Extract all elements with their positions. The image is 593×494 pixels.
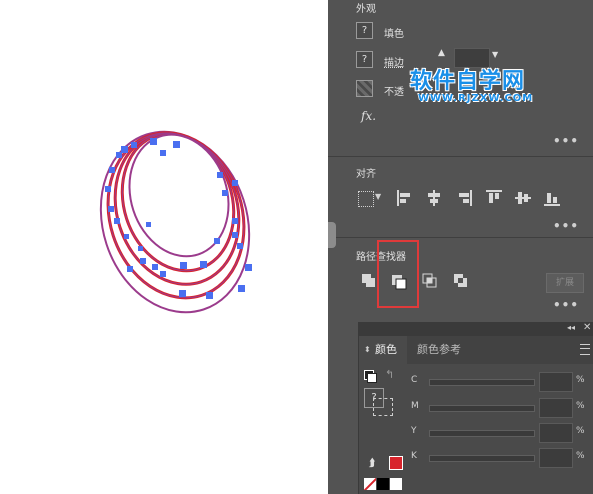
stroke-weight-dropdown-icon[interactable]: ▼ — [492, 50, 498, 59]
pathfinder-more-icon[interactable]: ••• — [553, 298, 579, 312]
opacity-checker-icon[interactable] — [356, 80, 373, 97]
align-vcenter-icon[interactable] — [514, 189, 532, 207]
watermark-url: WWW.RJZXW.COM — [418, 93, 534, 104]
appearance-more-icon[interactable]: ••• — [553, 134, 579, 148]
expand-button[interactable]: 扩展 — [546, 273, 584, 293]
collapse-panel-icon[interactable]: ◂◂ — [567, 323, 575, 332]
tab-color-guide-label: 颜色参考 — [417, 343, 461, 356]
close-panel-icon[interactable]: ✕ — [583, 322, 591, 333]
track-y[interactable] — [429, 430, 535, 437]
stepper-up-icon[interactable]: ▲ — [438, 48, 445, 58]
tab-color[interactable]: ⬍ 颜色 — [359, 336, 407, 364]
align-bottom-icon[interactable] — [543, 189, 561, 207]
stroke-swatch-question-icon[interactable]: ? — [356, 51, 373, 68]
swap-fill-stroke-icon[interactable]: ↰ — [385, 368, 394, 381]
align-left-icon[interactable] — [396, 189, 414, 207]
ellipse-artwork[interactable] — [0, 0, 328, 494]
align-top-icon[interactable] — [485, 189, 503, 207]
color-tabbar: ⬍ 颜色 颜色参考 — [359, 336, 593, 364]
highlight-box — [377, 240, 419, 308]
pct-m: % — [576, 401, 585, 411]
label-m: M — [411, 401, 419, 411]
label-k: K — [411, 451, 417, 461]
opacity-label: 不透 — [384, 87, 404, 98]
track-m[interactable] — [429, 405, 535, 412]
align-right-icon[interactable] — [455, 189, 473, 207]
appearance-title: 外观 — [356, 4, 376, 15]
color-panel-topbar: ◂◂ ✕ — [359, 322, 593, 336]
current-color-swatch[interactable] — [389, 456, 403, 470]
default-fill-stroke-icon[interactable] — [364, 370, 377, 383]
pathfinder-section: 路径查找器 扩展 ••• — [328, 238, 593, 318]
fill-swatch-question-icon[interactable]: ? — [356, 22, 373, 39]
none-swatch[interactable] — [364, 478, 376, 490]
white-swatch[interactable] — [390, 478, 402, 490]
label-y: Y — [411, 426, 417, 436]
exclude-icon[interactable] — [452, 272, 470, 290]
black-swatch[interactable] — [377, 478, 389, 490]
value-y-field[interactable] — [539, 423, 573, 443]
watermark: 软件自学网 WWW.RJZXW.COM — [410, 63, 533, 104]
align-title: 对齐 — [356, 169, 376, 180]
panel-menu-icon[interactable] — [580, 344, 590, 355]
value-c-field[interactable] — [539, 372, 573, 392]
align-hcenter-icon[interactable] — [425, 189, 443, 207]
intersect-icon[interactable] — [421, 272, 439, 290]
align-to-dropdown-icon[interactable]: ▼ — [375, 192, 381, 201]
pct-k: % — [576, 451, 585, 461]
color-panel: ◂◂ ✕ ⬍ 颜色 颜色参考 ↰ ? ⮭ C % M % Y % K % — [358, 322, 593, 494]
artboard-canvas[interactable] — [0, 0, 328, 494]
stroke-label: 描边 — [384, 58, 404, 69]
panel-collapse-handle[interactable] — [328, 222, 336, 248]
value-k-field[interactable] — [539, 448, 573, 468]
label-c: C — [411, 375, 418, 385]
tab-order-icon[interactable]: ⬍ — [364, 336, 371, 364]
fx-icon[interactable]: fx. — [361, 109, 376, 123]
pct-y: % — [576, 426, 585, 436]
tab-color-guide[interactable]: 颜色参考 — [409, 336, 475, 364]
watermark-title: 软件自学网 — [410, 69, 526, 94]
unite-icon[interactable] — [360, 272, 378, 290]
out-of-gamut-icon[interactable]: ⮭ — [369, 456, 376, 470]
align-to-selection-icon[interactable] — [358, 191, 374, 207]
track-c[interactable] — [429, 379, 535, 386]
tab-color-label: 颜色 — [375, 343, 397, 356]
track-k[interactable] — [429, 455, 535, 462]
stroke-swatch-icon[interactable] — [373, 398, 393, 416]
pct-c: % — [576, 375, 585, 385]
align-more-icon[interactable]: ••• — [553, 219, 579, 233]
value-m-field[interactable] — [539, 398, 573, 418]
fill-label: 填色 — [384, 29, 404, 40]
align-section: 对齐 ▼ ••• — [328, 157, 593, 238]
